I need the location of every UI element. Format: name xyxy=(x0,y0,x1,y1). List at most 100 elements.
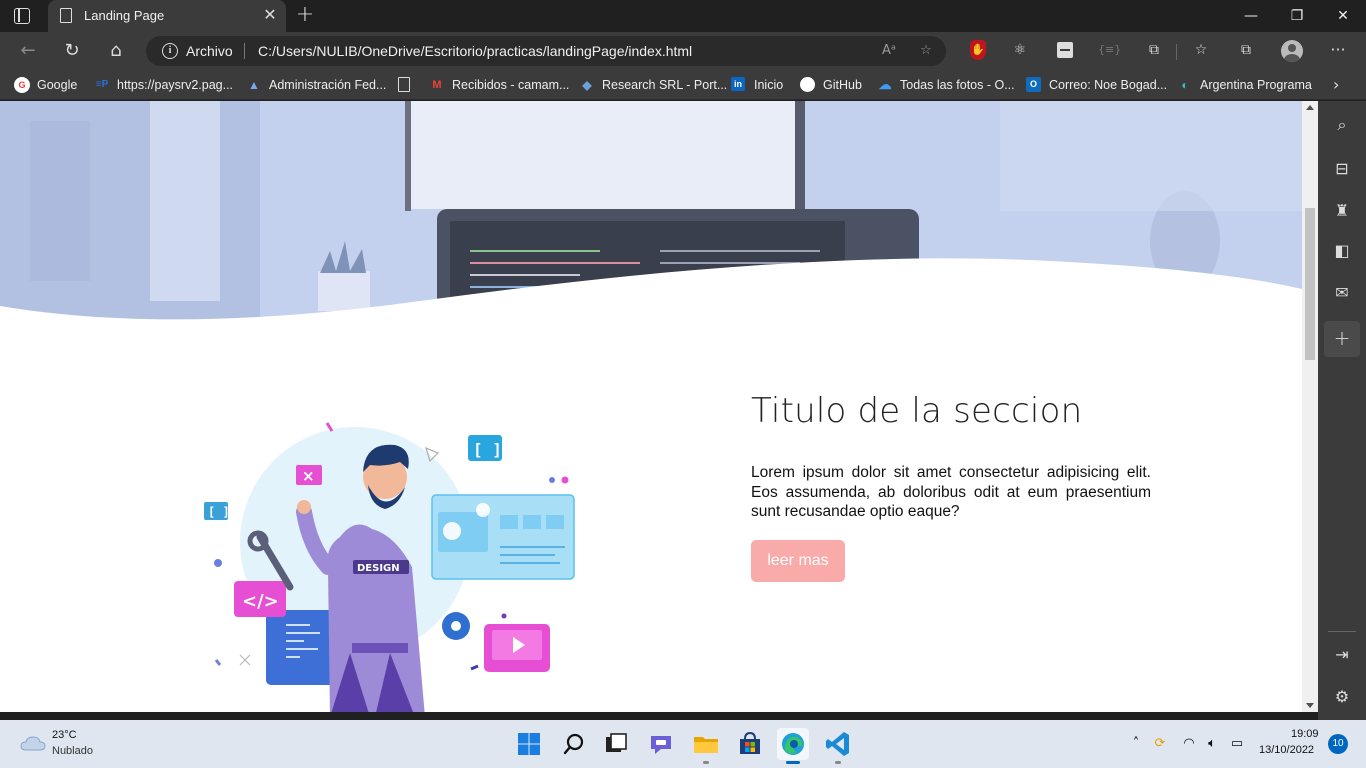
volume-icon[interactable]: 🔈︎ xyxy=(1203,735,1221,753)
extensions-icon[interactable]: ⧉ xyxy=(1144,40,1164,60)
scroll-thumb[interactable] xyxy=(1305,208,1315,360)
hero-image xyxy=(0,101,1302,331)
paysrv-icon: ≡P xyxy=(95,79,109,90)
office-icon[interactable]: ◧ xyxy=(1332,241,1352,261)
notification-count-badge[interactable]: 10 xyxy=(1328,734,1348,754)
gmail-icon: M xyxy=(432,79,442,91)
svg-text:[ ]: [ ] xyxy=(473,440,502,459)
page-viewport: </> [ ] [ ] × DESIGN Titulo de la seccio… xyxy=(0,101,1302,712)
favorite-label: GitHub xyxy=(823,78,862,92)
edge-sidebar: ⌕ ⊟ ♜ ◧ ✉ + ⇥ ⚙ xyxy=(1318,101,1366,720)
folder-icon xyxy=(694,737,718,753)
favorite-label: Research SRL - Port... xyxy=(602,78,728,92)
scroll-down-arrow-icon[interactable] xyxy=(1306,703,1314,708)
hide-sidebar-icon[interactable]: ⇥ xyxy=(1332,645,1352,665)
address-url[interactable]: C:/Users/NULIB/OneDrive/Escritorio/pract… xyxy=(258,43,692,59)
toolbar-separator xyxy=(1176,44,1177,60)
taskbar-active-indicator xyxy=(786,761,800,764)
extension-box-icon[interactable] xyxy=(1057,42,1073,58)
address-bar[interactable]: i Archivo C:/Users/NULIB/OneDrive/Escrit… xyxy=(146,36,946,66)
section-title: Titulo de la seccion xyxy=(751,391,1083,431)
developer-illustration: </> [ ] [ ] × DESIGN xyxy=(204,422,575,712)
address-separator xyxy=(244,43,245,59)
ublock-icon[interactable]: ✋ xyxy=(970,40,986,60)
task-view-icon xyxy=(606,733,627,752)
weather-temperature[interactable]: 23°C xyxy=(52,729,77,741)
refresh-button[interactable]: ↻ xyxy=(60,39,84,63)
favorite-label: Recibidos - camam... xyxy=(452,78,570,92)
toolbar: ← ↻ ⌂ i Archivo C:/Users/NULIB/OneDrive/… xyxy=(0,32,1366,70)
minimize-button[interactable]: — xyxy=(1228,0,1274,32)
chevron-right-icon[interactable]: › xyxy=(1333,75,1339,94)
outlook-sidebar-icon[interactable]: ✉ xyxy=(1332,283,1352,303)
new-tab-button[interactable]: + xyxy=(294,4,316,26)
close-window-button[interactable]: ✕ xyxy=(1320,0,1366,32)
leer-mas-button[interactable]: leer mas xyxy=(751,540,845,582)
google-icon: G xyxy=(14,77,30,93)
scroll-up-arrow-icon[interactable] xyxy=(1306,105,1314,110)
sidebar-separator xyxy=(1328,631,1356,632)
back-button[interactable]: ← xyxy=(16,39,40,63)
collections-icon[interactable]: ⧉ xyxy=(1236,40,1256,60)
favorite-label: Google xyxy=(37,78,78,92)
favorite-label: Correo: Noe Bogad... xyxy=(1049,78,1168,92)
svg-text:×: × xyxy=(302,467,315,485)
add-sidebar-app-button[interactable]: + xyxy=(1324,321,1360,357)
react-devtools-icon[interactable]: ⚛ xyxy=(1010,40,1030,60)
favorites-icon[interactable]: ☆ xyxy=(1191,40,1211,60)
search-icon xyxy=(563,733,584,755)
profile-avatar[interactable] xyxy=(1281,40,1303,62)
argprog-icon: ◐ xyxy=(1181,78,1189,92)
clock-date[interactable]: 13/10/2022 xyxy=(1259,744,1314,756)
taskbar-indicator xyxy=(835,761,841,764)
page-scrollbar[interactable] xyxy=(1302,101,1318,712)
onedrive-icon: ☁ xyxy=(878,77,892,92)
svg-text:</>: </> xyxy=(242,591,279,612)
json-extension-icon[interactable]: {≡} xyxy=(1098,40,1121,60)
settings-gear-icon[interactable]: ⚙ xyxy=(1332,687,1352,707)
edge-browser-button[interactable] xyxy=(777,728,809,760)
search-icon[interactable]: ⌕ xyxy=(1332,115,1352,135)
tools-icon[interactable]: ⊟ xyxy=(1332,159,1352,179)
favorites-bar: G Google ≡P https://paysrv2.pag... ▲ Adm… xyxy=(0,70,1366,100)
tab-title: Landing Page xyxy=(84,8,165,23)
file-explorer-button[interactable] xyxy=(690,728,722,760)
tab-landing-page[interactable]: Landing Page ✕ xyxy=(48,0,286,32)
edge-icon xyxy=(782,733,804,755)
favorite-label: Administración Fed... xyxy=(269,78,387,92)
taskbar-search-button[interactable] xyxy=(558,728,590,760)
sync-icon[interactable]: ⟳ xyxy=(1151,735,1169,753)
games-icon[interactable]: ♜ xyxy=(1332,201,1352,221)
wifi-icon[interactable]: ◠ xyxy=(1180,735,1198,753)
start-button[interactable] xyxy=(513,728,545,760)
windows-logo-icon xyxy=(518,733,540,755)
store-icon xyxy=(740,731,760,754)
read-aloud-icon[interactable]: Aᵃ xyxy=(880,42,898,60)
design-badge-text: DESIGN xyxy=(357,563,400,574)
teams-chat-button[interactable] xyxy=(645,728,677,760)
home-button[interactable]: ⌂ xyxy=(104,39,128,63)
add-favorite-icon[interactable]: ☆ xyxy=(917,42,935,60)
weather-description[interactable]: Nublado xyxy=(52,745,93,757)
tab-actions-icon[interactable] xyxy=(14,8,30,24)
outlook-icon: O xyxy=(1026,77,1041,92)
chevron-up-icon[interactable]: ˄ xyxy=(1127,735,1145,753)
vscode-button[interactable] xyxy=(822,728,854,760)
more-menu-icon[interactable]: ··· xyxy=(1328,40,1348,60)
restore-button[interactable]: ❐ xyxy=(1274,0,1320,32)
taskbar-indicator xyxy=(703,761,709,764)
cloud-icon[interactable] xyxy=(20,735,46,751)
microsoft-store-button[interactable] xyxy=(734,728,766,760)
clock-time[interactable]: 19:09 xyxy=(1291,728,1319,740)
hero-photo-graphic xyxy=(0,101,1302,331)
vscode-icon xyxy=(826,732,849,756)
task-view-button[interactable] xyxy=(600,728,632,760)
github-icon xyxy=(800,77,815,92)
close-icon[interactable]: ✕ xyxy=(261,6,279,24)
battery-icon[interactable]: ▭ xyxy=(1228,735,1246,753)
afip-icon: ▲ xyxy=(248,78,260,92)
favorite-label: Argentina Programa xyxy=(1200,78,1312,92)
info-icon[interactable]: i xyxy=(162,43,178,59)
svg-text:[ ]: [ ] xyxy=(208,505,230,519)
page-icon xyxy=(398,77,410,92)
